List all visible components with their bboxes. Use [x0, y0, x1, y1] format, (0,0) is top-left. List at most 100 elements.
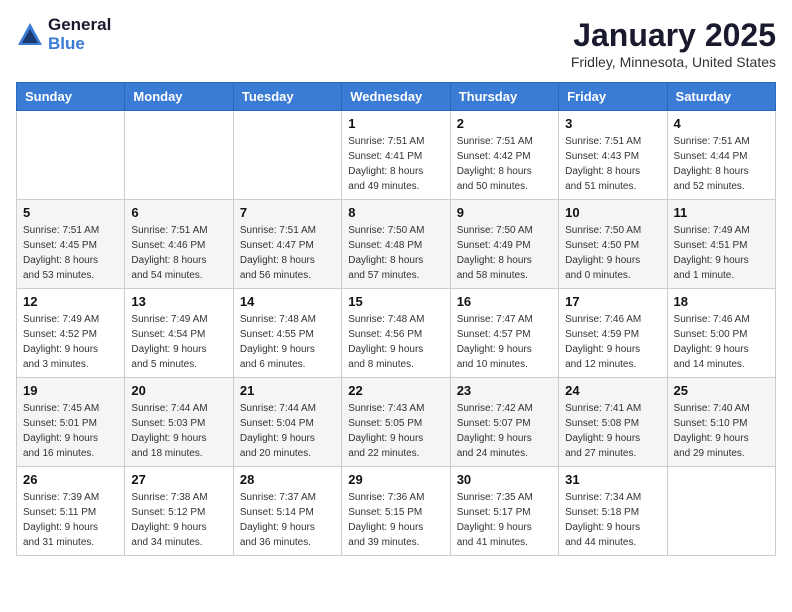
day-number: 9: [457, 205, 552, 220]
day-info-line: Sunset: 4:56 PM: [348, 329, 422, 340]
day-info-line: Sunrise: 7:45 AM: [23, 403, 99, 414]
day-info-line: and 18 minutes.: [131, 448, 202, 459]
day-info: Sunrise: 7:51 AM Sunset: 4:44 PM Daylight:…: [674, 134, 769, 194]
table-row: 28Sunrise: 7:37 AMSunset: 5:14 PMDayligh…: [233, 467, 341, 556]
day-info: Sunrise: 7:38 AMSunset: 5:12 PMDaylight:…: [131, 490, 226, 550]
day-info: Sunrise: 7:49 AMSunset: 4:51 PMDaylight:…: [674, 223, 769, 283]
table-row: 8Sunrise: 7:50 AMSunset: 4:48 PMDaylight…: [342, 200, 450, 289]
day-info-line: Sunrise: 7:35 AM: [457, 492, 533, 503]
day-info-line: Sunset: 5:18 PM: [565, 507, 639, 518]
day-info-line: Daylight: 9 hours: [131, 433, 206, 444]
day-info-line: and 20 minutes.: [240, 448, 311, 459]
day-info: Sunrise: 7:35 AM Sunset: 5:17 PM Daylight:…: [457, 490, 552, 550]
day-info-line: and 54 minutes.: [131, 270, 202, 281]
day-info-line: Sunrise: 7:41 AM: [565, 403, 641, 414]
day-info-line: Sunrise: 7:51 AM: [23, 225, 99, 236]
table-row: 20Sunrise: 7:44 AMSunset: 5:03 PMDayligh…: [125, 378, 233, 467]
day-info: Sunrise: 7:48 AMSunset: 4:56 PMDaylight:…: [348, 312, 443, 372]
day-number: 26: [23, 472, 118, 487]
day-info-line: and 29 minutes.: [674, 448, 745, 459]
day-info-line: Sunset: 5:12 PM: [131, 507, 205, 518]
day-info: Sunrise: 7:49 AMSunset: 4:52 PMDaylight:…: [23, 312, 118, 372]
day-info-line: Sunset: 4:44 PM: [674, 151, 748, 162]
day-info-line: Daylight: 9 hours: [674, 255, 749, 266]
day-info-line: Daylight: 9 hours: [457, 522, 532, 533]
table-row: 14Sunrise: 7:48 AMSunset: 4:55 PMDayligh…: [233, 289, 341, 378]
day-number: 13: [131, 294, 226, 309]
day-info: Sunrise: 7:34 AMSunset: 5:18 PMDaylight:…: [565, 490, 660, 550]
day-info: Sunrise: 7:45 AMSunset: 5:01 PMDaylight:…: [23, 401, 118, 461]
table-row: 7Sunrise: 7:51 AMSunset: 4:47 PMDaylight…: [233, 200, 341, 289]
day-info-line: Sunset: 5:14 PM: [240, 507, 314, 518]
day-number: 27: [131, 472, 226, 487]
day-number: 22: [348, 383, 443, 398]
day-info-line: Daylight: 9 hours: [240, 344, 315, 355]
logo: General Blue: [16, 16, 111, 53]
day-info-line: Sunset: 4:45 PM: [23, 240, 97, 251]
day-info-line: and 5 minutes.: [131, 359, 197, 370]
day-info-line: Sunrise: 7:44 AM: [131, 403, 207, 414]
day-info-line: Daylight: 9 hours: [348, 433, 423, 444]
day-info-line: Sunrise: 7:48 AM: [240, 314, 316, 325]
calendar-week-row: 1Sunrise: 7:51 AMSunset: 4:41 PMDaylight…: [17, 111, 776, 200]
day-number: 24: [565, 383, 660, 398]
day-info-line: Daylight: 8 hours: [674, 166, 749, 177]
day-info-line: Sunrise: 7:47 AM: [457, 314, 533, 325]
table-row: 12Sunrise: 7:49 AMSunset: 4:52 PMDayligh…: [17, 289, 125, 378]
calendar-week-row: 19Sunrise: 7:45 AMSunset: 5:01 PMDayligh…: [17, 378, 776, 467]
table-row: 24Sunrise: 7:41 AMSunset: 5:08 PMDayligh…: [559, 378, 667, 467]
day-info: Sunrise: 7:44 AMSunset: 5:04 PMDaylight:…: [240, 401, 335, 461]
day-info: Sunrise: 7:48 AM Sunset: 4:55 PM Daylight:…: [240, 312, 335, 372]
day-info-line: and 50 minutes.: [457, 181, 528, 192]
day-info-line: Sunset: 5:11 PM: [23, 507, 96, 518]
day-info-line: Sunset: 4:55 PM: [240, 329, 314, 340]
day-info-line: Sunrise: 7:49 AM: [674, 225, 750, 236]
day-info-line: and 41 minutes.: [457, 537, 528, 548]
table-row: 26 Sunrise: 7:39 AMSunset: 5:11 PMDayligh…: [17, 467, 125, 556]
day-number: 7: [240, 205, 335, 220]
day-info-line: Sunset: 5:04 PM: [240, 418, 314, 429]
day-info-line: Sunrise: 7:34 AM: [565, 492, 641, 503]
table-row: [17, 111, 125, 200]
day-info-line: Sunset: 5:17 PM: [457, 507, 531, 518]
day-info-line: Daylight: 8 hours: [348, 166, 423, 177]
title-block: January 2025 Fridley, Minnesota, United …: [571, 16, 776, 70]
day-info-line: Daylight: 9 hours: [131, 344, 206, 355]
day-info-line: Sunset: 4:46 PM: [131, 240, 205, 251]
day-info: Sunrise: 7:51 AMSunset: 4:46 PMDaylight:…: [131, 223, 226, 283]
day-info-line: Sunset: 5:10 PM: [674, 418, 748, 429]
table-row: [125, 111, 233, 200]
col-thursday: Thursday: [450, 83, 558, 111]
day-info: Sunrise: 7:46 AMSunset: 4:59 PMDaylight:…: [565, 312, 660, 372]
table-row: 31Sunrise: 7:34 AMSunset: 5:18 PMDayligh…: [559, 467, 667, 556]
day-info-line: and 1 minute.: [674, 270, 735, 281]
page-header: General Blue January 2025 Fridley, Minne…: [16, 16, 776, 70]
day-info-line: Sunrise: 7:51 AM: [674, 136, 750, 147]
day-info-line: Daylight: 9 hours: [565, 255, 640, 266]
day-info-line: Sunrise: 7:50 AM: [457, 225, 533, 236]
table-row: 10Sunrise: 7:50 AMSunset: 4:50 PMDayligh…: [559, 200, 667, 289]
logo-icon: [16, 21, 44, 49]
table-row: 2Sunrise: 7:51 AMSunset: 4:42 PMDaylight…: [450, 111, 558, 200]
day-info-line: and 10 minutes.: [457, 359, 528, 370]
table-row: 1Sunrise: 7:51 AMSunset: 4:41 PMDaylight…: [342, 111, 450, 200]
logo-general: General: [48, 16, 111, 35]
day-number: 2: [457, 116, 552, 131]
day-info: Sunrise: 7:50 AMSunset: 4:48 PMDaylight:…: [348, 223, 443, 283]
day-info: Sunrise: 7:39 AMSunset: 5:11 PMDaylight:…: [23, 490, 118, 550]
day-info-line: Daylight: 9 hours: [348, 344, 423, 355]
day-info-line: Daylight: 9 hours: [457, 433, 532, 444]
table-row: 6Sunrise: 7:51 AMSunset: 4:46 PMDaylight…: [125, 200, 233, 289]
day-info: Sunrise: 7:47 AMSunset: 4:57 PMDaylight:…: [457, 312, 552, 372]
table-row: 5Sunrise: 7:51 AMSunset: 4:45 PMDaylight…: [17, 200, 125, 289]
day-info-line: Daylight: 9 hours: [565, 344, 640, 355]
day-info-line: Sunrise: 7:50 AM: [348, 225, 424, 236]
day-info-line: Daylight: 8 hours: [348, 255, 423, 266]
day-info-line: Sunset: 5:03 PM: [131, 418, 205, 429]
col-saturday: Saturday: [667, 83, 775, 111]
day-number: 15: [348, 294, 443, 309]
day-info-line: and 0 minutes.: [565, 270, 631, 281]
day-info-line: Daylight: 8 hours: [457, 166, 532, 177]
day-number: 23: [457, 383, 552, 398]
day-info-line: Sunrise: 7:51 AM: [457, 136, 533, 147]
